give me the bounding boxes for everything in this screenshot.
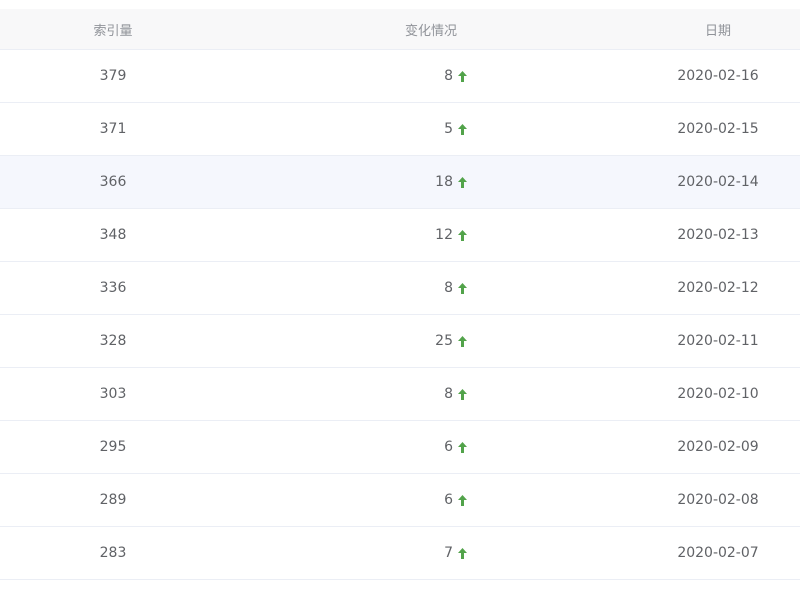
change-cell: 8 [226,50,636,102]
date-cell: 2020-02-13 [677,227,759,243]
table-row[interactable]: 348 12 2020-02-13 [0,209,800,262]
date-cell: 2020-02-10 [677,386,759,402]
index-cell: 303 [99,386,127,402]
date-cell: 2020-02-09 [677,439,759,455]
up-arrow-icon [458,123,467,135]
change-cell: 5 [226,103,636,155]
up-arrow-icon [458,494,467,506]
change-cell: 7 [226,527,636,579]
index-cell: 379 [99,68,127,84]
change-value: 7 [444,545,453,561]
change-cell: 6 [226,474,636,526]
index-cell: 283 [99,545,127,561]
change-cell: 8 [226,368,636,420]
change-value: 5 [444,121,453,137]
change-value: 25 [435,333,453,349]
up-arrow-icon [458,176,467,188]
date-cell: 2020-02-08 [677,492,759,508]
change-cell: 18 [226,156,636,208]
change-cell: 8 [226,262,636,314]
date-cell: 2020-02-12 [677,280,759,296]
table-row-highlighted[interactable]: 366 18 2020-02-14 [0,156,800,209]
table-row[interactable]: 336 8 2020-02-12 [0,262,800,315]
table-row[interactable]: 303 8 2020-02-10 [0,368,800,421]
change-cell: 12 [226,209,636,261]
date-cell: 2020-02-16 [677,68,759,84]
table-row[interactable]: 289 6 2020-02-08 [0,474,800,527]
change-cell: 25 [226,315,636,367]
index-volume-table: 索引量 变化情况 日期 379 8 2020-02-16 371 5 2020-… [0,9,800,580]
change-value: 12 [435,227,453,243]
index-cell: 328 [99,333,127,349]
change-value: 8 [444,386,453,402]
index-cell: 336 [99,280,127,296]
index-cell: 295 [99,439,127,455]
index-cell: 371 [99,121,127,137]
index-cell: 366 [99,174,127,190]
table-row[interactable]: 379 8 2020-02-16 [0,50,800,103]
up-arrow-icon [458,547,467,559]
column-header-change[interactable]: 变化情况 [226,9,636,49]
change-value: 6 [444,492,453,508]
date-cell: 2020-02-15 [677,121,759,137]
up-arrow-icon [458,388,467,400]
up-arrow-icon [458,70,467,82]
index-cell: 348 [99,227,127,243]
change-value: 6 [444,439,453,455]
change-value: 18 [435,174,453,190]
table-row[interactable]: 295 6 2020-02-09 [0,421,800,474]
date-cell: 2020-02-07 [677,545,759,561]
table-header: 索引量 变化情况 日期 [0,9,800,50]
index-cell: 289 [99,492,127,508]
up-arrow-icon [458,441,467,453]
column-header-index[interactable]: 索引量 [0,9,226,49]
table-row[interactable]: 283 7 2020-02-07 [0,527,800,580]
change-cell: 6 [226,421,636,473]
column-header-date[interactable]: 日期 [636,9,800,49]
up-arrow-icon [458,229,467,241]
table-row[interactable]: 371 5 2020-02-15 [0,103,800,156]
date-cell: 2020-02-11 [677,333,759,349]
up-arrow-icon [458,335,467,347]
change-value: 8 [444,280,453,296]
up-arrow-icon [458,282,467,294]
table-row[interactable]: 328 25 2020-02-11 [0,315,800,368]
change-value: 8 [444,68,453,84]
date-cell: 2020-02-14 [677,174,759,190]
